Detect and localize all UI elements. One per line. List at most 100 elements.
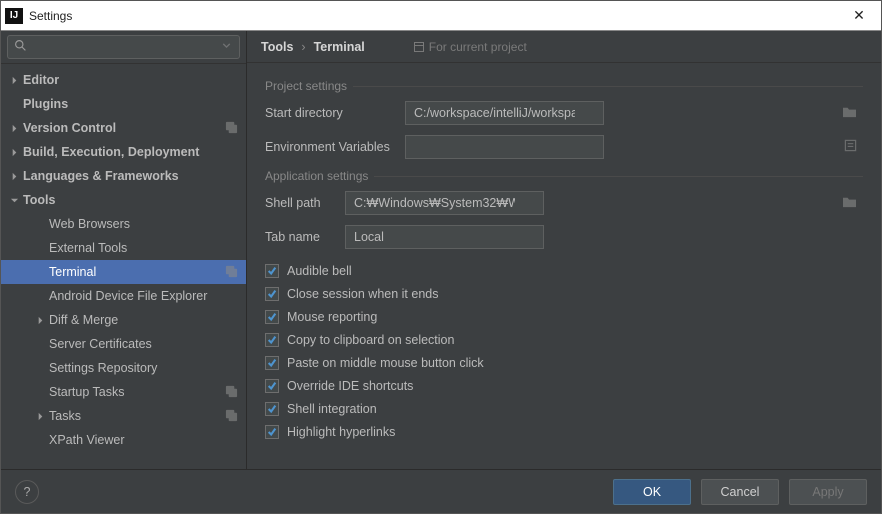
checkbox-override-ide-shortcuts[interactable]: Override IDE shortcuts bbox=[265, 374, 863, 397]
tree-item-label: Version Control bbox=[23, 121, 116, 135]
checkbox-group: Audible bell Close session when it ends Mo… bbox=[265, 259, 863, 443]
chevron-right-icon: › bbox=[301, 40, 305, 54]
folder-icon[interactable] bbox=[842, 195, 857, 211]
tree-item-version-control[interactable]: Version Control bbox=[1, 116, 246, 140]
tree-item-label: Web Browsers bbox=[49, 217, 130, 231]
arrow-spacer bbox=[35, 267, 45, 277]
tree-item-label: Startup Tasks bbox=[49, 385, 125, 399]
checkbox-label: Mouse reporting bbox=[287, 310, 377, 324]
start-directory-input[interactable] bbox=[405, 101, 604, 125]
checkbox-shell-integration[interactable]: Shell integration bbox=[265, 397, 863, 420]
tree-item-diff-merge[interactable]: Diff & Merge bbox=[1, 308, 246, 332]
chevron-right-icon[interactable] bbox=[35, 315, 45, 325]
checkbox-label: Paste on middle mouse button click bbox=[287, 356, 484, 370]
chevron-right-icon[interactable] bbox=[9, 123, 19, 133]
checkbox-copy-to-clipboard-on-selection[interactable]: Copy to clipboard on selection bbox=[265, 328, 863, 351]
chevron-right-icon[interactable] bbox=[9, 75, 19, 85]
tree-item-terminal[interactable]: Terminal bbox=[1, 260, 246, 284]
project-badge-icon bbox=[225, 265, 238, 281]
tree-item-startup-tasks[interactable]: Startup Tasks bbox=[1, 380, 246, 404]
shell-path-input[interactable] bbox=[345, 191, 544, 215]
checkbox-box[interactable] bbox=[265, 287, 279, 301]
tree-item-plugins[interactable]: Plugins bbox=[1, 92, 246, 116]
checkbox-close-session-when-it-ends[interactable]: Close session when it ends bbox=[265, 282, 863, 305]
checkbox-paste-on-middle-mouse-button-click[interactable]: Paste on middle mouse button click bbox=[265, 351, 863, 374]
checkbox-box[interactable] bbox=[265, 264, 279, 278]
settings-sidebar: Editor Plugins Version Control Build, Execu… bbox=[1, 31, 247, 469]
checkbox-label: Shell integration bbox=[287, 402, 377, 416]
tree-item-server-certificates[interactable]: Server Certificates bbox=[1, 332, 246, 356]
checkbox-label: Copy to clipboard on selection bbox=[287, 333, 454, 347]
arrow-spacer bbox=[35, 435, 45, 445]
checkbox-mouse-reporting[interactable]: Mouse reporting bbox=[265, 305, 863, 328]
dialog-footer: ? OK Cancel Apply bbox=[1, 469, 881, 513]
tree-item-tasks[interactable]: Tasks bbox=[1, 404, 246, 428]
checkbox-box[interactable] bbox=[265, 333, 279, 347]
tree-item-android-device-file-explorer[interactable]: Android Device File Explorer bbox=[1, 284, 246, 308]
cancel-button[interactable]: Cancel bbox=[701, 479, 779, 505]
checkbox-label: Highlight hyperlinks bbox=[287, 425, 395, 439]
checkbox-box[interactable] bbox=[265, 379, 279, 393]
window-title: Settings bbox=[29, 9, 843, 23]
checkbox-label: Close session when it ends bbox=[287, 287, 438, 301]
checkbox-audible-bell[interactable]: Audible bell bbox=[265, 259, 863, 282]
tree-item-label: Build, Execution, Deployment bbox=[23, 145, 199, 159]
breadcrumb-leaf: Terminal bbox=[314, 40, 365, 54]
search-input[interactable] bbox=[31, 40, 220, 54]
tree-item-label: External Tools bbox=[49, 241, 127, 255]
search-icon bbox=[14, 39, 27, 55]
start-directory-label: Start directory bbox=[265, 106, 405, 120]
tree-item-label: Android Device File Explorer bbox=[49, 289, 207, 303]
ok-button[interactable]: OK bbox=[613, 479, 691, 505]
expand-icon[interactable] bbox=[844, 139, 857, 155]
apply-button[interactable]: Apply bbox=[789, 479, 867, 505]
arrow-spacer bbox=[35, 291, 45, 301]
tree-item-label: Diff & Merge bbox=[49, 313, 118, 327]
arrow-spacer bbox=[35, 243, 45, 253]
checkbox-box[interactable] bbox=[265, 310, 279, 324]
tree-item-label: XPath Viewer bbox=[49, 433, 125, 447]
tab-name-input[interactable] bbox=[345, 225, 544, 249]
tree-item-label: Editor bbox=[23, 73, 59, 87]
close-button[interactable]: ✕ bbox=[843, 7, 875, 24]
project-badge-icon bbox=[225, 409, 238, 425]
search-input-wrap[interactable] bbox=[7, 35, 240, 59]
chevron-right-icon[interactable] bbox=[9, 147, 19, 157]
tree-item-editor[interactable]: Editor bbox=[1, 68, 246, 92]
help-button[interactable]: ? bbox=[15, 480, 39, 504]
chevron-right-icon[interactable] bbox=[35, 411, 45, 421]
tree-item-external-tools[interactable]: External Tools bbox=[1, 236, 246, 260]
tree-item-build-execution-deployment[interactable]: Build, Execution, Deployment bbox=[1, 140, 246, 164]
group-project-settings: Project settings bbox=[265, 79, 863, 93]
breadcrumb: Tools › Terminal For current project bbox=[247, 31, 881, 63]
arrow-spacer bbox=[35, 363, 45, 373]
checkbox-highlight-hyperlinks[interactable]: Highlight hyperlinks bbox=[265, 420, 863, 443]
shell-path-label: Shell path bbox=[265, 196, 345, 210]
tree-item-settings-repository[interactable]: Settings Repository bbox=[1, 356, 246, 380]
breadcrumb-root[interactable]: Tools bbox=[261, 40, 293, 54]
titlebar: IJ Settings ✕ bbox=[1, 1, 881, 31]
env-vars-input[interactable] bbox=[405, 135, 604, 159]
checkbox-label: Audible bell bbox=[287, 264, 352, 278]
chevron-right-icon[interactable] bbox=[9, 171, 19, 181]
arrow-spacer bbox=[9, 99, 19, 109]
tree-item-label: Languages & Frameworks bbox=[23, 169, 179, 183]
checkbox-box[interactable] bbox=[265, 425, 279, 439]
checkbox-label: Override IDE shortcuts bbox=[287, 379, 413, 393]
tree-item-tools[interactable]: Tools bbox=[1, 188, 246, 212]
tree-item-xpath-viewer[interactable]: XPath Viewer bbox=[1, 428, 246, 452]
scope-indicator: For current project bbox=[413, 40, 527, 54]
checkbox-box[interactable] bbox=[265, 402, 279, 416]
folder-icon[interactable] bbox=[842, 105, 857, 121]
tree-item-label: Server Certificates bbox=[49, 337, 152, 351]
history-icon[interactable] bbox=[220, 39, 233, 55]
app-icon: IJ bbox=[5, 8, 23, 24]
checkbox-box[interactable] bbox=[265, 356, 279, 370]
tree-item-label: Plugins bbox=[23, 97, 68, 111]
tree-item-label: Tasks bbox=[49, 409, 81, 423]
tree-item-web-browsers[interactable]: Web Browsers bbox=[1, 212, 246, 236]
tree-item-languages-frameworks[interactable]: Languages & Frameworks bbox=[1, 164, 246, 188]
env-vars-label: Environment Variables bbox=[265, 140, 405, 154]
chevron-down-icon[interactable] bbox=[9, 195, 19, 205]
arrow-spacer bbox=[35, 339, 45, 349]
